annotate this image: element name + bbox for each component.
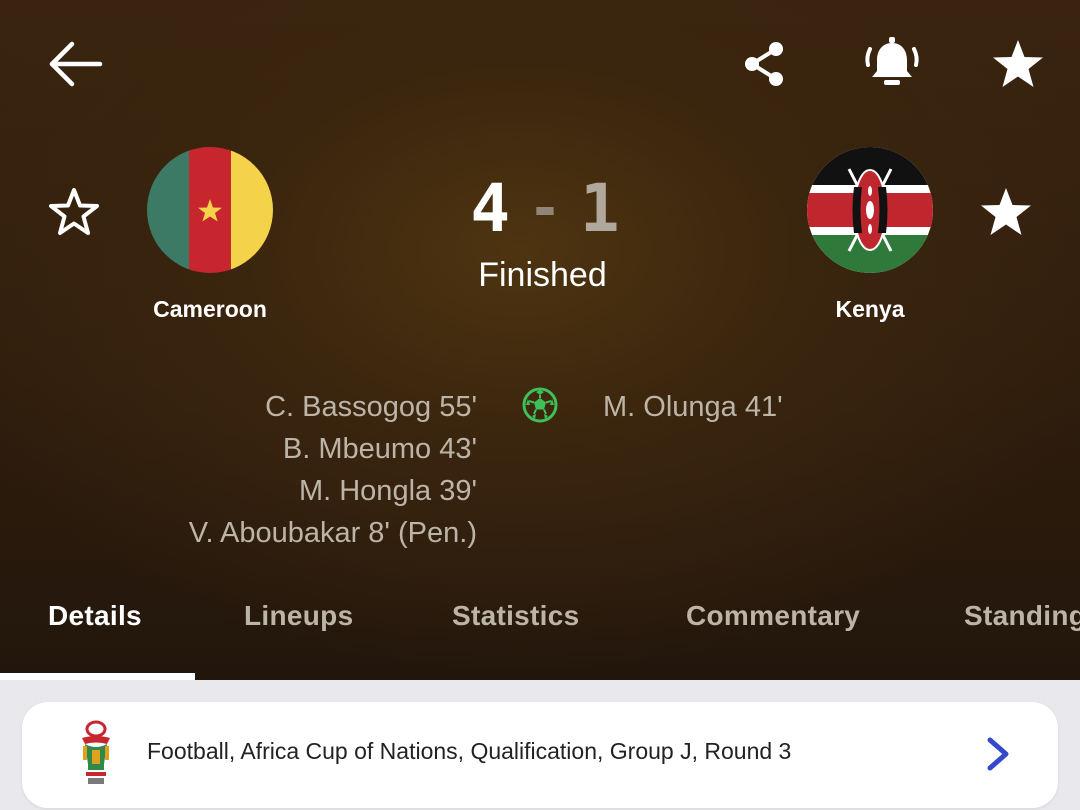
cameroon-flag[interactable]: [147, 147, 273, 273]
favorite-match-button[interactable]: [986, 34, 1050, 94]
match-header: Cameroon 4 - 1 Finished Kenya C. Bassogo…: [0, 0, 1080, 680]
home-scorer: C. Bassogog 55': [265, 391, 477, 423]
competition-name: Football, Africa Cup of Nations, Qualifi…: [147, 738, 792, 764]
details-content: Football, Africa Cup of Nations, Qualifi…: [0, 680, 1080, 810]
notification-button[interactable]: [860, 34, 924, 94]
home-goal-scorers: C. Bassogog 55' B. Mbeumo 43' M. Hongla …: [189, 386, 477, 554]
back-button[interactable]: [40, 34, 108, 94]
tab-lineups[interactable]: Lineups: [244, 600, 353, 632]
active-tab-indicator: [0, 673, 195, 680]
away-score: 1: [579, 169, 620, 247]
home-scorer: V. Aboubakar 8' (Pen.): [188, 517, 477, 549]
chevron-right-icon: [987, 737, 1009, 771]
match-tabs: Details Lineups Statistics Commentary St…: [0, 580, 1080, 680]
home-team-name[interactable]: Cameroon: [110, 296, 310, 323]
afcon-trophy-logo: [82, 720, 110, 784]
kenya-flag[interactable]: [807, 147, 933, 273]
away-scorer: M. Olunga 41': [603, 391, 783, 423]
arrow-left-icon: [49, 41, 103, 87]
star-outline-icon: [49, 188, 99, 235]
tab-details[interactable]: Details: [48, 600, 142, 632]
bell-ringing-icon: [865, 37, 919, 85]
home-scorer: M. Hongla 39': [298, 475, 477, 507]
match-status: Finished: [478, 256, 607, 294]
away-goal-scorers: M. Olunga 41': [603, 386, 783, 428]
star-filled-icon: [993, 40, 1043, 87]
score-separator: -: [528, 175, 562, 241]
favorite-home-team-button[interactable]: [44, 182, 104, 242]
share-icon: [745, 42, 783, 86]
soccer-ball-icon: [522, 387, 558, 423]
competition-card[interactable]: Football, Africa Cup of Nations, Qualifi…: [22, 702, 1058, 808]
score-display: 4 - 1: [440, 168, 650, 248]
tab-statistics[interactable]: Statistics: [452, 600, 580, 632]
share-button[interactable]: [736, 36, 792, 92]
star-filled-icon: [981, 188, 1031, 235]
tab-standings[interactable]: Standings: [964, 600, 1080, 632]
favorite-away-team-button[interactable]: [974, 182, 1038, 242]
away-team-name[interactable]: Kenya: [770, 296, 970, 323]
home-scorer: B. Mbeumo 43': [282, 433, 477, 465]
tab-commentary[interactable]: Commentary: [686, 600, 860, 632]
home-score: 4: [470, 169, 511, 247]
